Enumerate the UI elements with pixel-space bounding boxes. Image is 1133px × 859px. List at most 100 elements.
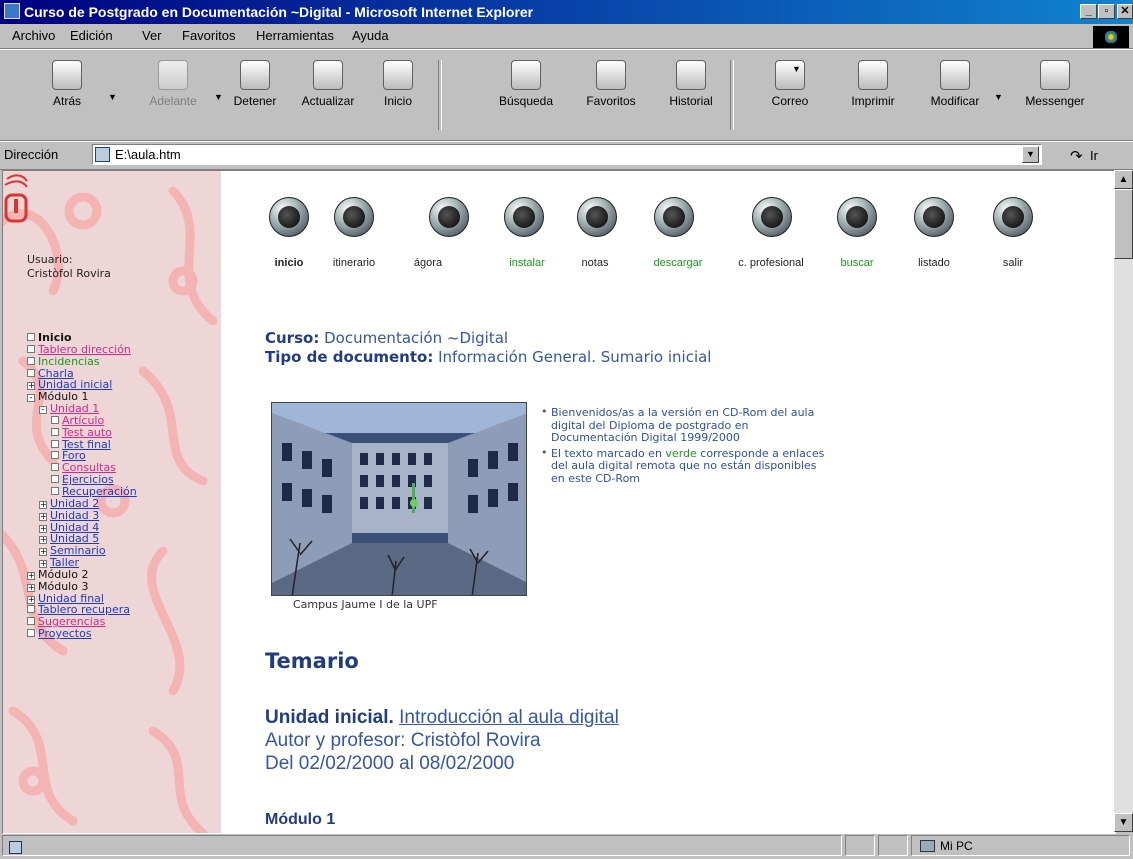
tipo-label: Tipo de documento: — [265, 348, 434, 366]
expand-toggle-icon[interactable]: - — [27, 394, 35, 403]
history-button[interactable]: Historial — [656, 60, 726, 108]
go-arrow-icon[interactable]: ↷ — [1070, 147, 1083, 165]
menu-archivo[interactable]: Archivo — [12, 28, 55, 43]
menu-favoritos[interactable]: Favoritos — [182, 28, 235, 43]
forward-button[interactable]: Adelante — [138, 60, 208, 108]
menu-herramientas[interactable]: Herramientas — [256, 28, 334, 43]
nav-label-7[interactable]: buscar — [817, 257, 897, 269]
scroll-down-button[interactable]: ▼ — [1114, 813, 1133, 832]
menu-ver[interactable]: Ver — [142, 28, 162, 43]
zone-label: Mi PC — [940, 839, 973, 853]
print-button[interactable]: Imprimir — [838, 60, 908, 108]
notes-icon[interactable] — [577, 197, 617, 237]
nav-label-4[interactable]: notas — [555, 257, 635, 269]
checkbox-icon[interactable] — [27, 368, 35, 377]
expand-toggle-icon[interactable]: + — [39, 536, 47, 545]
status-text-panel — [2, 835, 842, 856]
title-bar[interactable]: Curso de Postgrado en Documentación ~Dig… — [0, 0, 1133, 24]
checkbox-icon[interactable] — [27, 629, 35, 638]
checkbox-icon[interactable] — [51, 475, 59, 484]
maximize-button[interactable]: ▫ — [1098, 4, 1115, 19]
exit-door-icon[interactable] — [993, 197, 1033, 237]
nav-label-2[interactable]: ágora — [388, 257, 468, 269]
checkbox-icon[interactable] — [51, 486, 59, 495]
unit-link[interactable]: Introducción al aula digital — [399, 707, 619, 728]
go-button[interactable]: Ir — [1090, 148, 1098, 163]
itinerary-icon[interactable] — [334, 197, 374, 237]
scroll-thumb[interactable] — [1114, 189, 1133, 259]
checkbox-icon[interactable] — [51, 427, 59, 436]
checkbox-icon[interactable] — [27, 617, 35, 626]
nav-label-1[interactable]: itinerario — [314, 257, 394, 269]
address-dropdown-icon[interactable]: ▼ — [1022, 146, 1039, 163]
back-dropdown-icon[interactable]: ▼ — [108, 92, 117, 102]
expand-toggle-icon[interactable]: + — [27, 583, 35, 592]
edit-dropdown-icon[interactable]: ▼ — [994, 92, 1003, 102]
expand-toggle-icon[interactable]: - — [39, 406, 47, 415]
expand-toggle-icon[interactable]: + — [27, 382, 35, 391]
favorites-button[interactable]: Favoritos — [576, 60, 646, 108]
info-bullets: Bienvenidos/as a la versión en CD-Rom de… — [539, 406, 829, 489]
computer-icon — [920, 840, 935, 852]
expand-toggle-icon[interactable]: + — [39, 560, 47, 569]
expand-toggle-icon[interactable]: + — [39, 524, 47, 533]
home-icon[interactable] — [269, 197, 309, 237]
curso-value: Documentación ~Digital — [324, 329, 509, 347]
minimize-button[interactable]: _ — [1080, 4, 1097, 19]
address-value[interactable]: E:\aula.htm — [115, 147, 181, 162]
section-title: Temario — [265, 649, 359, 673]
checkbox-icon[interactable] — [51, 415, 59, 424]
edit-button[interactable]: Modificar — [920, 60, 990, 108]
checkbox-icon[interactable] — [51, 451, 59, 460]
expand-toggle-icon[interactable]: + — [27, 571, 35, 580]
menu-edicion[interactable]: Edición — [70, 28, 113, 43]
sidebar-item-label[interactable]: Proyectos — [38, 627, 92, 640]
edit-icon — [940, 60, 970, 90]
checkbox-icon[interactable] — [51, 463, 59, 472]
search-button[interactable]: Búsqueda — [491, 60, 561, 108]
menu-ayuda[interactable]: Ayuda — [352, 28, 389, 43]
messenger-icon — [1040, 60, 1070, 90]
checkbox-icon[interactable] — [27, 605, 35, 614]
mail-button[interactable]: Correo — [755, 60, 825, 108]
home-button[interactable]: Inicio — [363, 60, 433, 108]
nav-label-8[interactable]: listado — [894, 257, 974, 269]
checkbox-icon[interactable] — [27, 344, 35, 353]
search-icon[interactable] — [837, 197, 877, 237]
stop-button[interactable]: Detener — [220, 60, 290, 108]
close-button[interactable]: ✕ — [1117, 4, 1133, 19]
expand-toggle-icon[interactable]: + — [39, 500, 47, 509]
windows-logo-icon — [1093, 26, 1129, 48]
nav-label-6[interactable]: c. profesional — [731, 257, 811, 269]
course-heading: Curso: Documentación ~Digital Tipo de do… — [265, 329, 711, 367]
module-title: Módulo 1 — [265, 811, 336, 828]
install-icon[interactable] — [504, 197, 544, 237]
expand-toggle-icon[interactable]: + — [27, 595, 35, 604]
nav-label-9[interactable]: salir — [973, 257, 1053, 269]
scroll-up-button[interactable]: ▲ — [1114, 170, 1133, 189]
forward-arrow-icon — [158, 60, 188, 90]
page-done-icon — [9, 841, 22, 854]
book-icon[interactable] — [752, 197, 792, 237]
sidebar-item[interactable]: Proyectos — [3, 628, 137, 640]
back-arrow-icon — [52, 60, 82, 90]
download-icon[interactable] — [654, 197, 694, 237]
expand-toggle-icon[interactable]: + — [39, 548, 47, 557]
agora-icon[interactable] — [429, 197, 469, 237]
messenger-button[interactable]: Messenger — [1020, 60, 1090, 108]
checkbox-icon[interactable] — [27, 333, 35, 341]
campus-photo — [271, 402, 527, 596]
mail-dropdown-icon[interactable]: ▼ — [792, 64, 801, 74]
nav-label-5[interactable]: descargar — [638, 257, 718, 269]
vertical-scrollbar[interactable]: ▲ ▼ — [1114, 170, 1133, 832]
address-input[interactable]: E:\aula.htm ▼ — [92, 144, 1042, 165]
checkbox-icon[interactable] — [51, 439, 59, 448]
checkbox-icon[interactable] — [27, 356, 35, 365]
back-button[interactable]: Atrás — [32, 60, 102, 108]
photo-caption: Campus Jaume I de la UPF — [293, 598, 438, 611]
refresh-button[interactable]: Actualizar — [293, 60, 363, 108]
tipo-value: Información General. Sumario inicial — [438, 348, 712, 366]
favorites-icon — [596, 60, 626, 90]
expand-toggle-icon[interactable]: + — [39, 512, 47, 521]
list-icon[interactable] — [914, 197, 954, 237]
